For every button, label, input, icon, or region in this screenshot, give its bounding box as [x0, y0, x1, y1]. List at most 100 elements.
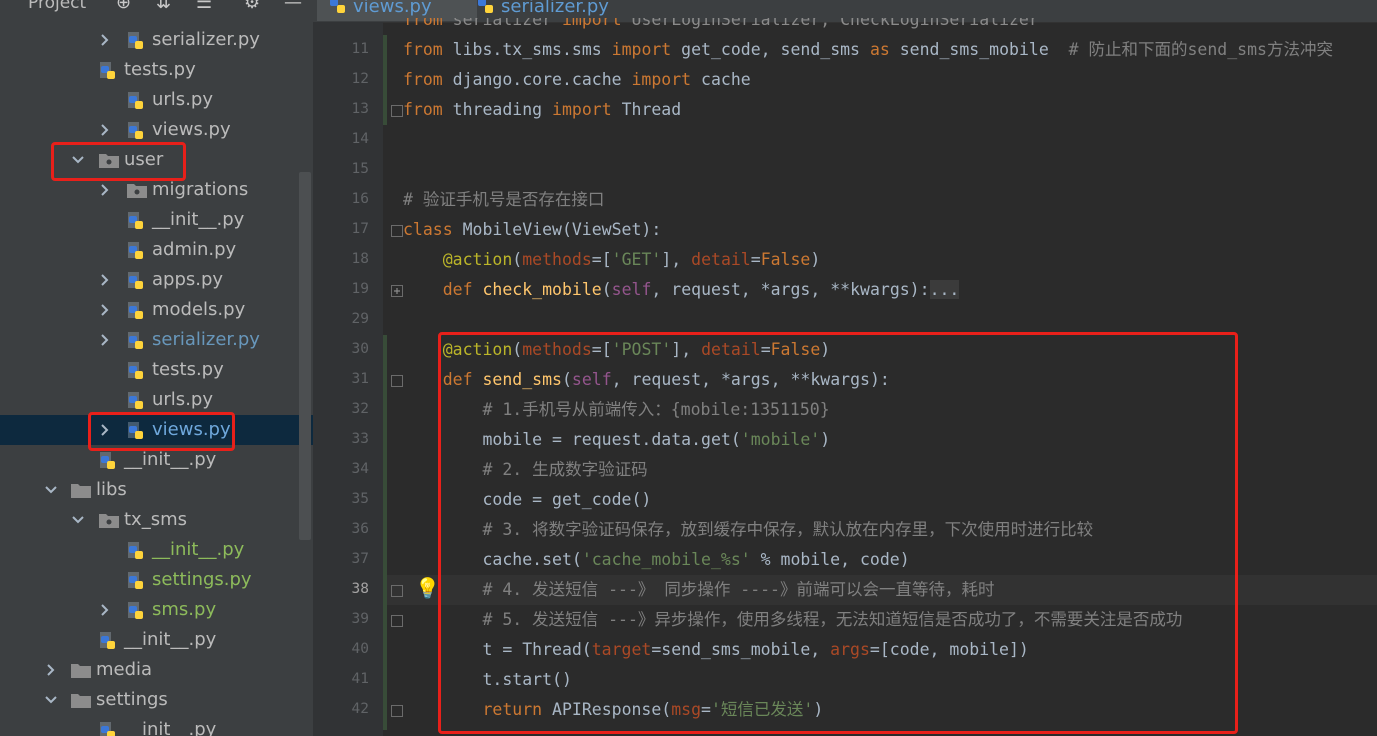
tree-scrollbar[interactable] [299, 172, 311, 540]
python-file-icon [126, 271, 148, 291]
python-file-icon [98, 631, 120, 651]
expand-all-icon[interactable]: ☰ [196, 0, 212, 13]
code-line[interactable]: from threading import Thread [403, 95, 681, 125]
tree-item-libs[interactable]: libs [0, 475, 300, 505]
line-number[interactable]: 36 [313, 521, 369, 537]
line-number[interactable]: 35 [313, 491, 369, 507]
line-number[interactable]: 32 [313, 401, 369, 417]
tree-item-urls-py[interactable]: urls.py [0, 385, 300, 415]
tree-item-serializer-py[interactable]: serializer.py [0, 25, 300, 55]
tree-item-views-py[interactable]: views.py [0, 115, 300, 145]
minimize-icon[interactable]: — [284, 0, 302, 13]
python-file-icon [126, 301, 148, 321]
tree-item-label: settings.py [152, 569, 252, 590]
tree-item-label: urls.py [152, 389, 213, 410]
line-number[interactable]: 42 [313, 701, 369, 717]
chevron-down-icon[interactable] [44, 691, 58, 705]
tree-item-label: serializer.py [152, 29, 260, 50]
chevron-down-icon[interactable] [71, 511, 85, 525]
code-line[interactable]: class MobileView(ViewSet): [403, 215, 661, 245]
fold-marker-icon[interactable] [391, 615, 403, 627]
tree-item-media[interactable]: media [0, 655, 300, 685]
tree-item-apps-py[interactable]: apps.py [0, 265, 300, 295]
line-number[interactable]: 39 [313, 611, 369, 627]
tree-item-urls-py[interactable]: urls.py [0, 85, 300, 115]
tree-item-admin-py[interactable]: admin.py [0, 235, 300, 265]
chevron-down-icon[interactable] [44, 481, 58, 495]
chevron-right-icon[interactable] [98, 121, 112, 136]
fold-marker-icon[interactable] [391, 375, 403, 387]
fold-marker-icon[interactable] [391, 705, 403, 717]
tree-item-settings-py[interactable]: settings.py [0, 565, 300, 595]
tree-item-init-py[interactable]: __init__.py [0, 715, 300, 736]
fold-marker-icon[interactable] [391, 585, 403, 597]
line-number[interactable]: 30 [313, 341, 369, 357]
tree-item-sms-py[interactable]: sms.py [0, 595, 300, 625]
tree-item-label: settings [96, 689, 168, 710]
line-number[interactable]: 18 [313, 251, 369, 267]
tree-item-settings[interactable]: settings [0, 685, 300, 715]
line-number[interactable]: 40 [313, 641, 369, 657]
fold-marker-icon[interactable] [391, 105, 403, 117]
tree-item-tx-sms[interactable]: tx_sms [0, 505, 300, 535]
line-number[interactable]: 17 [313, 221, 369, 237]
fold-marker-icon[interactable] [391, 285, 403, 297]
tree-item-tests-py[interactable]: tests.py [0, 55, 300, 85]
chevron-right-icon[interactable] [98, 601, 112, 616]
tree-item-label: migrations [152, 179, 249, 200]
line-number[interactable]: 31 [313, 371, 369, 387]
chevron-right-icon[interactable] [98, 301, 112, 316]
chevron-right-icon[interactable] [44, 661, 58, 676]
line-number[interactable]: 11 [313, 41, 369, 57]
project-title[interactable]: Project [28, 0, 86, 13]
line-number[interactable]: 29 [313, 311, 369, 327]
collapse-all-icon[interactable]: ⇊ [156, 0, 171, 13]
code-line[interactable]: def check_mobile(self, request, *args, *… [403, 275, 960, 305]
bulb-icon[interactable]: 💡 [415, 576, 440, 600]
tree-item-label: serializer.py [152, 329, 260, 350]
chevron-right-icon[interactable] [98, 31, 112, 46]
fold-marker-icon[interactable] [391, 225, 403, 237]
tree-item-serializer-py[interactable]: serializer.py [0, 325, 300, 355]
tree-item-models-py[interactable]: models.py [0, 295, 300, 325]
annotation-box-code [438, 332, 1238, 734]
code-line[interactable]: from libs.tx_sms.sms import get_code, se… [403, 35, 1333, 65]
tree-item-init-py[interactable]: __init__.py [0, 205, 300, 235]
code-line[interactable]: @action(methods=['GET'], detail=False) [403, 245, 821, 275]
python-file-icon [126, 571, 148, 591]
python-file-icon [98, 451, 120, 471]
vcs-change-marker [383, 35, 387, 125]
gear-icon[interactable]: ⚙ [244, 0, 260, 13]
line-number[interactable]: 19 [313, 281, 369, 297]
tree-item-init-py[interactable]: __init__.py [0, 535, 300, 565]
tree-item-label: sms.py [152, 599, 217, 620]
chevron-right-icon[interactable] [98, 181, 112, 196]
line-number[interactable]: 37 [313, 551, 369, 567]
line-number[interactable]: 34 [313, 461, 369, 477]
line-number[interactable]: 15 [313, 161, 369, 177]
tree-item-label: __init__.py [124, 449, 217, 470]
tab-serializer[interactable]: serializer.py [477, 0, 657, 21]
line-number[interactable]: 12 [313, 71, 369, 87]
line-number[interactable]: 41 [313, 671, 369, 687]
line-number[interactable]: 38 [313, 581, 369, 597]
tree-item-init-py[interactable]: __init__.py [0, 625, 300, 655]
tree-item-label: tests.py [124, 59, 196, 80]
tree-item-tests-py[interactable]: tests.py [0, 355, 300, 385]
folder-icon [70, 691, 92, 711]
python-file-icon [126, 361, 148, 381]
tree-item-label: libs [96, 479, 127, 500]
line-number[interactable]: 16 [313, 191, 369, 207]
code-line[interactable]: # 验证手机号是否存在接口 [403, 185, 604, 215]
line-number[interactable]: 13 [313, 101, 369, 117]
chevron-right-icon[interactable] [98, 271, 112, 286]
line-number[interactable]: 14 [313, 131, 369, 147]
crosshair-icon[interactable]: ⊕ [116, 0, 131, 13]
tab-views[interactable]: views.py [317, 0, 477, 21]
line-number[interactable]: 33 [313, 431, 369, 447]
code-line[interactable]: from django.core.cache import cache [403, 65, 751, 95]
python-file-icon [126, 541, 148, 561]
tree-item-label: admin.py [152, 239, 237, 260]
chevron-right-icon[interactable] [98, 331, 112, 346]
project-panel: Project ⊕ ⇊ ☰ ⚙ — serializer.py tests.py u… [0, 0, 313, 736]
